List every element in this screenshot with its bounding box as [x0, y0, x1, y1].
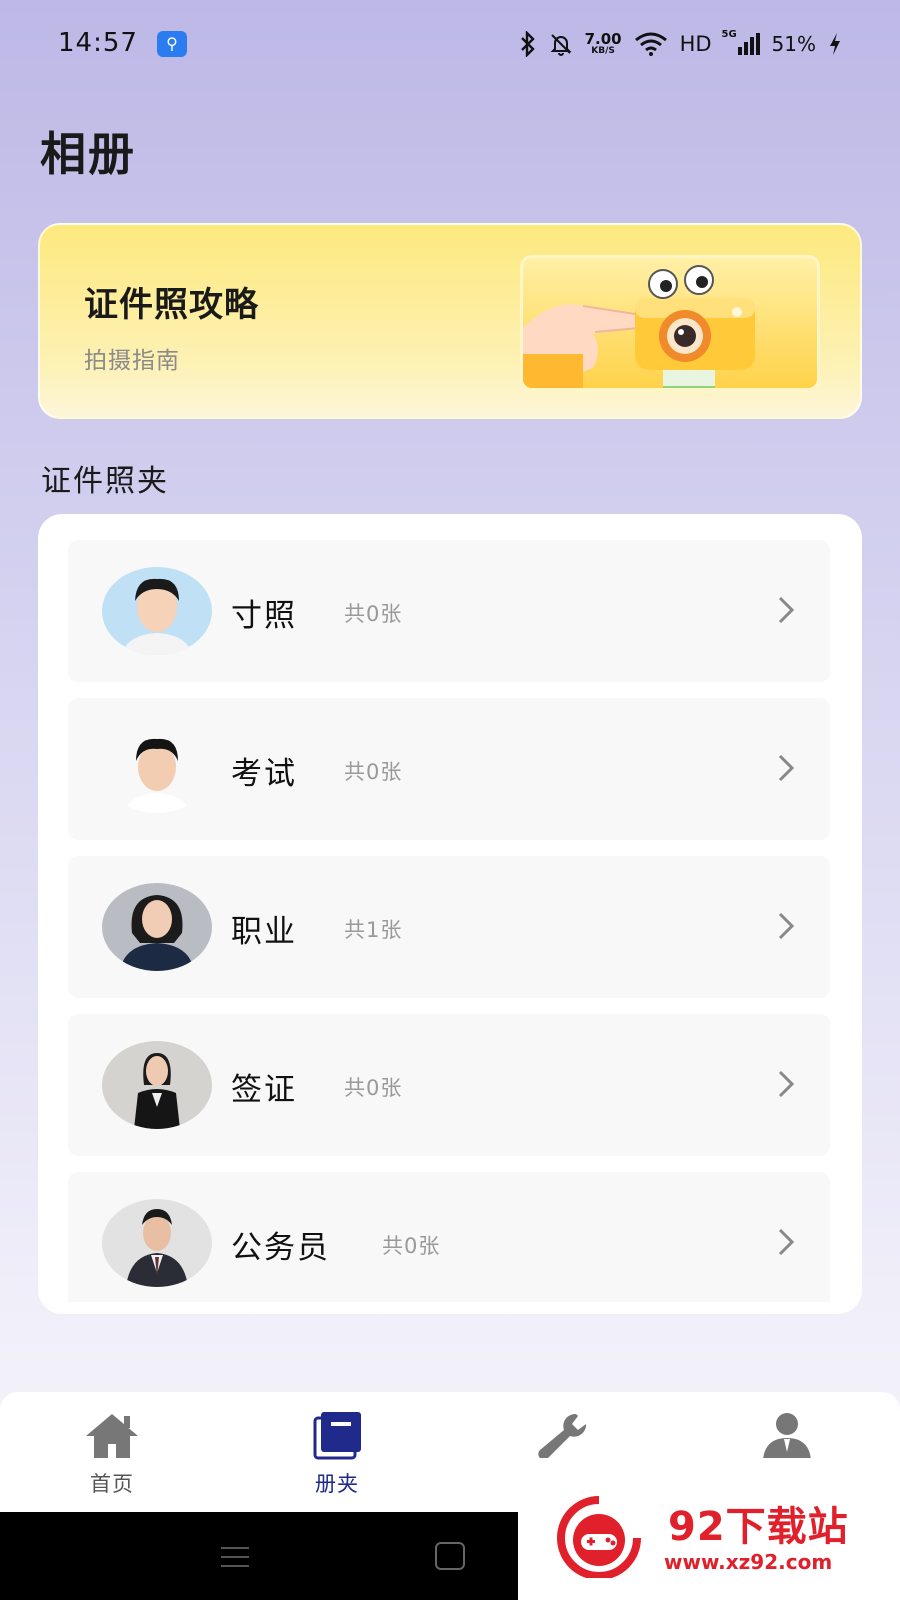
watermark: 92下载站 www.xz92.com [518, 1458, 900, 1600]
nav-album[interactable]: 册夹 [277, 1410, 397, 1506]
album-icon [313, 1412, 361, 1460]
wrench-icon [538, 1413, 587, 1460]
guide-banner-title: 证件照攻略 [84, 285, 259, 325]
home-icon [86, 1414, 138, 1458]
bluetooth-icon [520, 31, 535, 57]
chevron-right-icon [778, 912, 795, 940]
network-type-label: HD [679, 32, 712, 56]
folder-name: 职业 [231, 914, 297, 950]
avatar [102, 1041, 212, 1129]
chevron-right-icon [778, 596, 795, 624]
recents-icon[interactable] [219, 1544, 251, 1570]
status-bar: 14:57 ⚲ 7.00 KB/S HD 5G 51% [0, 0, 900, 88]
avatar [102, 1199, 212, 1287]
page-title: 相册 [40, 127, 136, 181]
folder-name: 考试 [231, 756, 297, 792]
status-time: 14:57 [58, 28, 138, 58]
nav-album-label: 册夹 [315, 1472, 359, 1496]
folder-name: 签证 [231, 1072, 297, 1108]
mute-bell-icon [550, 34, 571, 56]
avatar [102, 883, 212, 971]
cell-signal-icon: 5G [722, 29, 760, 55]
folder-row-kaoshi[interactable]: 考试 共0张 [68, 698, 830, 840]
nav-home-label: 首页 [90, 1472, 134, 1496]
folder-count: 共1张 [344, 918, 403, 942]
section-title: 证件照夹 [41, 464, 169, 499]
folder-count: 共0张 [382, 1234, 441, 1258]
guide-banner-subtitle: 拍摄指南 [84, 348, 180, 374]
watermark-logo-icon [557, 1496, 641, 1578]
folder-list[interactable]: 寸照 共0张 考试 共0张 职业 共1张 签证 共0张 公务员 共0张 [68, 540, 830, 1302]
chevron-right-icon [778, 1228, 795, 1256]
home-button-icon[interactable] [435, 1542, 465, 1570]
avatar [102, 567, 212, 655]
guide-banner[interactable]: 证件照攻略 拍摄指南 [38, 223, 862, 419]
chevron-right-icon [778, 754, 795, 782]
charging-icon [830, 33, 840, 55]
camera-illustration [520, 255, 820, 391]
folder-name: 寸照 [231, 598, 297, 634]
folder-row-qianzheng[interactable]: 签证 共0张 [68, 1014, 830, 1156]
folder-row-gongwuyuan[interactable]: 公务员 共0张 [68, 1172, 830, 1302]
nav-home[interactable]: 首页 [52, 1410, 172, 1506]
watermark-url: www.xz92.com [664, 1550, 833, 1574]
folder-name: 公务员 [231, 1230, 330, 1266]
camera-hand-icon [523, 265, 755, 388]
usb-icon: ⚲ [157, 31, 187, 57]
wifi-icon [634, 32, 667, 56]
watermark-title: 92下载站 [668, 1504, 849, 1550]
folder-count: 共0张 [344, 1076, 403, 1100]
person-icon [763, 1413, 811, 1460]
folder-row-cun[interactable]: 寸照 共0张 [68, 540, 830, 682]
folder-row-zhiye[interactable]: 职业 共1张 [68, 856, 830, 998]
folder-count: 共0张 [344, 602, 403, 626]
status-icons: 7.00 KB/S HD 5G 51% [519, 27, 842, 61]
folder-count: 共0张 [344, 760, 403, 784]
net-speed: 7.00 KB/S [584, 30, 622, 56]
chevron-right-icon [778, 1070, 795, 1098]
battery-percent: 51% [771, 32, 816, 56]
avatar [102, 725, 212, 813]
folder-list-panel: 寸照 共0张 考试 共0张 职业 共1张 签证 共0张 公务员 共0张 [38, 514, 862, 1314]
